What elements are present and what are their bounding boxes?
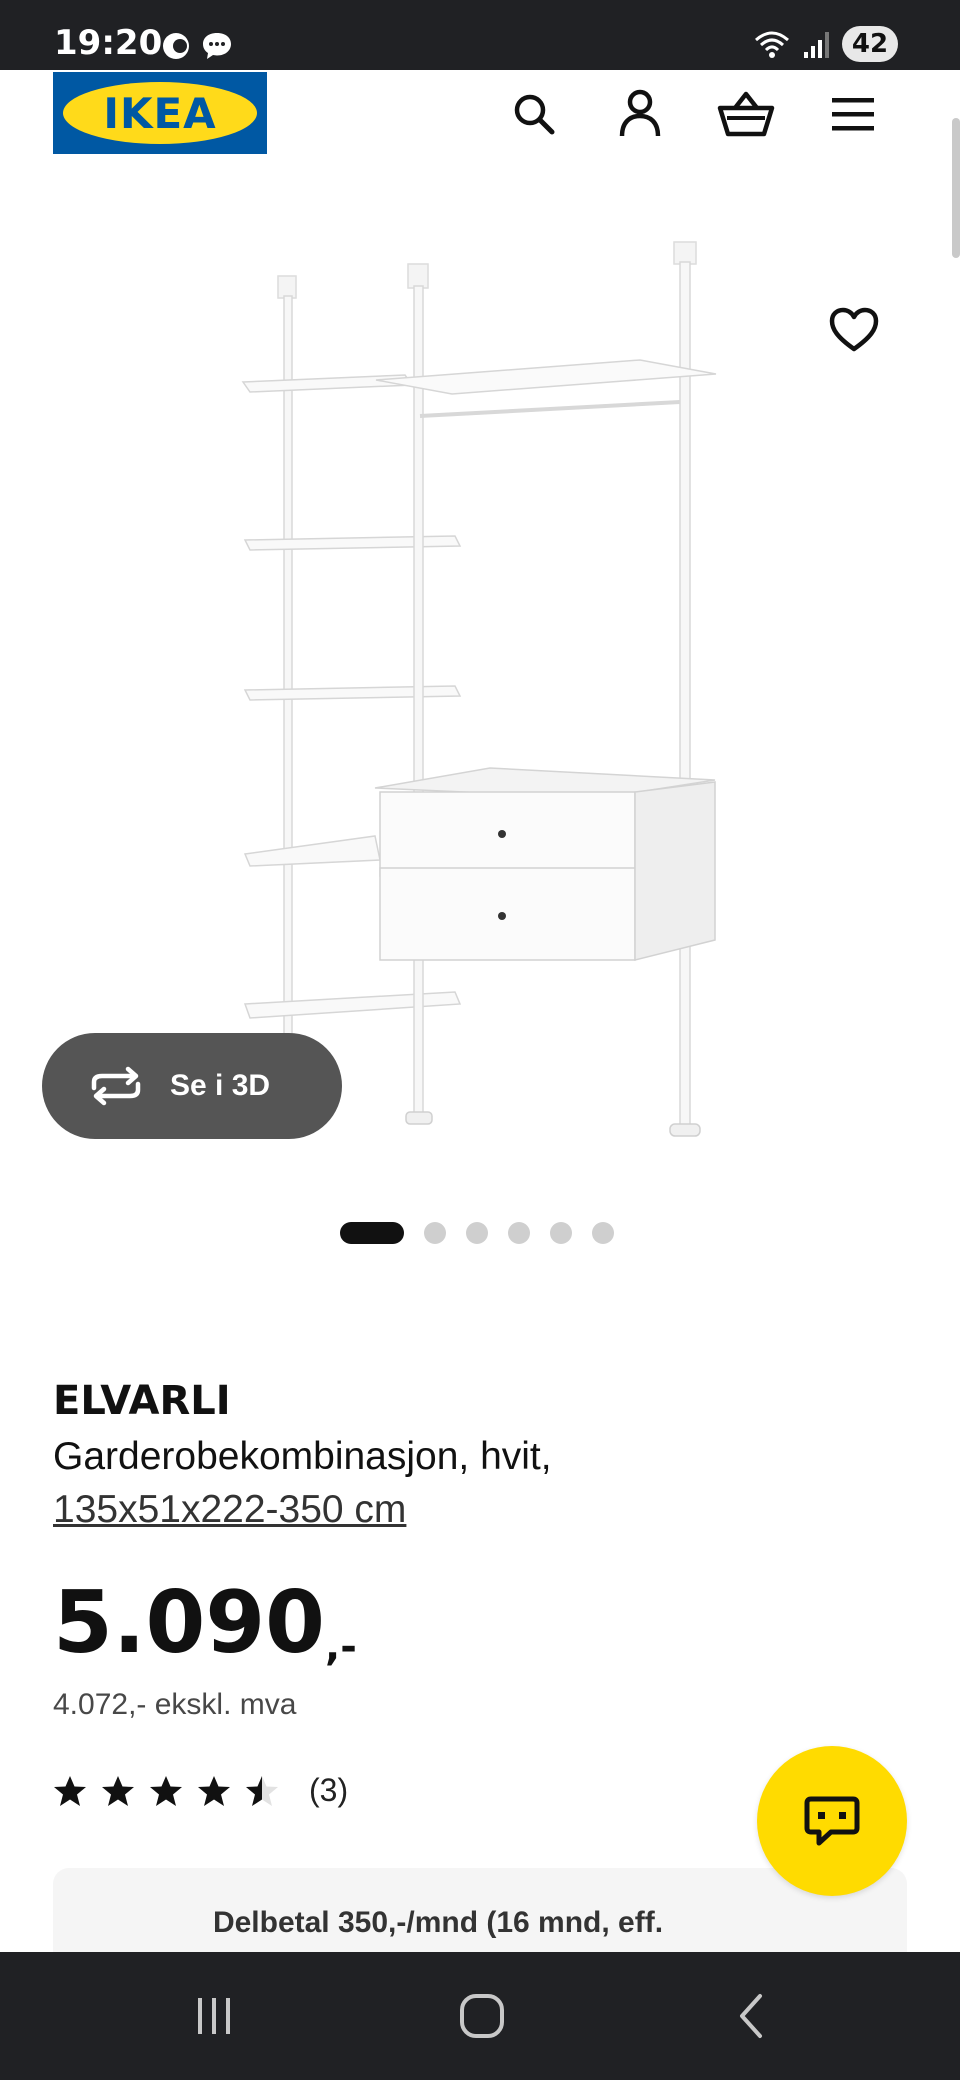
left-shelving-unit xyxy=(241,275,462,1116)
account-icon xyxy=(619,89,661,137)
search-icon xyxy=(514,94,555,135)
do-not-disturb-icon xyxy=(163,33,189,59)
view-in-3d-button[interactable]: Se i 3D xyxy=(42,1033,342,1139)
star-full-icon xyxy=(150,1775,182,1806)
rotate-3d-icon xyxy=(91,1066,141,1106)
status-bar: 19:20 42 xyxy=(0,0,960,70)
wifi-icon xyxy=(755,31,789,58)
ikea-logo[interactable]: IKEA xyxy=(53,72,267,154)
menu-icon xyxy=(832,98,874,131)
product-type: Garderobekombinasjon, hvit, xyxy=(53,1435,552,1478)
rating-stars xyxy=(53,1775,279,1807)
gallery-dot-4[interactable] xyxy=(508,1222,530,1244)
recent-apps-button[interactable] xyxy=(184,1986,244,2046)
product-price: 5.090 ,- xyxy=(53,1580,357,1670)
gallery-dot-6[interactable] xyxy=(592,1222,614,1244)
star-full-icon xyxy=(102,1775,134,1806)
menu-button[interactable] xyxy=(823,84,883,144)
gallery-dot-5[interactable] xyxy=(550,1222,572,1244)
status-notification-icons xyxy=(160,30,234,62)
chat-icon xyxy=(804,1796,860,1846)
site-header: IKEA xyxy=(0,70,960,170)
gallery-dot-2[interactable] xyxy=(424,1222,446,1244)
wishlist-button[interactable] xyxy=(824,300,884,360)
recent-apps-icon xyxy=(198,1998,230,2034)
status-system-icons: 42 xyxy=(752,26,898,62)
system-navigation-bar xyxy=(0,1952,960,2080)
gallery-pagination xyxy=(340,1222,614,1244)
chat-bubble-icon xyxy=(203,33,231,59)
home-button[interactable] xyxy=(452,1986,512,2046)
signal-icon xyxy=(804,32,829,58)
price-excluding-vat: 4.072,- ekskl. mva xyxy=(53,1688,297,1721)
ikea-logo-text: IKEA xyxy=(103,88,217,138)
rating-count: (3) xyxy=(309,1772,349,1808)
installment-text: Delbetal 350,-/mnd (16 mnd, eff. xyxy=(212,1906,664,1939)
product-name: ELVARLI xyxy=(53,1378,231,1424)
star-half-icon xyxy=(246,1775,278,1806)
gallery-dot-1[interactable] xyxy=(340,1222,404,1244)
chat-button[interactable] xyxy=(757,1746,907,1896)
gallery-dot-3[interactable] xyxy=(466,1222,488,1244)
basket-icon xyxy=(717,91,775,137)
battery-level: 42 xyxy=(851,29,889,59)
star-full-icon xyxy=(198,1775,230,1806)
back-button[interactable] xyxy=(722,1986,782,2046)
home-icon xyxy=(460,1994,504,2038)
star-full-icon xyxy=(54,1775,86,1806)
account-button[interactable] xyxy=(610,84,670,144)
product-measure-link[interactable]: 135x51x222-350 cm xyxy=(53,1483,853,1536)
product-gallery[interactable]: Se i 3D xyxy=(0,170,960,1250)
ikea-logo-oval: IKEA xyxy=(63,82,257,144)
heart-icon xyxy=(829,307,879,352)
basket-button[interactable] xyxy=(716,84,776,144)
battery-icon: 42 xyxy=(842,26,898,62)
search-button[interactable] xyxy=(504,84,564,144)
product-rating[interactable]: (3) xyxy=(53,1772,348,1809)
product-description: Garderobekombinasjon, hvit, 135x51x222-3… xyxy=(53,1430,853,1536)
drawer-unit xyxy=(374,767,716,961)
price-suffix: ,- xyxy=(325,1624,357,1670)
back-icon xyxy=(740,1994,762,2038)
view-in-3d-label: Se i 3D xyxy=(170,1069,271,1102)
status-time: 19:20 xyxy=(54,23,163,63)
price-value: 5.090 xyxy=(53,1573,326,1673)
